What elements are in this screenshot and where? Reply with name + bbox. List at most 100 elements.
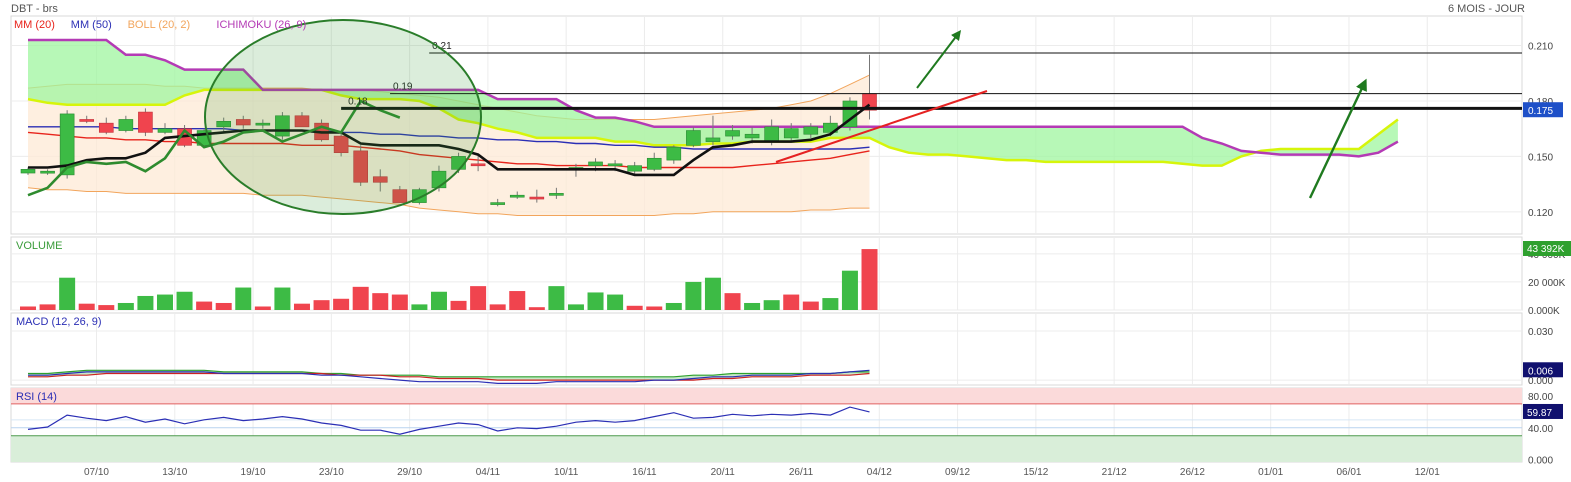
- legend-ichimoku: ICHIMOKU (26, 9): [216, 19, 306, 31]
- volume-bar: [176, 291, 193, 310]
- candle-body: [40, 170, 55, 174]
- candle-body: [627, 165, 642, 172]
- volume-bar: [861, 249, 878, 310]
- volume-bar: [665, 302, 682, 310]
- x-tick-label: 21/12: [1102, 467, 1127, 478]
- x-tick-label: 10/11: [554, 467, 579, 478]
- x-tick-label: 07/10: [84, 467, 109, 478]
- candle-body: [549, 193, 564, 196]
- last-price-label: 0.175: [1528, 106, 1553, 117]
- candle-body: [588, 161, 603, 166]
- volume-bar: [20, 306, 36, 310]
- x-tick-label: 09/12: [945, 467, 970, 478]
- volume-bar: [235, 287, 252, 310]
- y-tick-label: 0.000: [1528, 376, 1553, 387]
- volume-bar: [489, 304, 506, 310]
- x-tick-label: 19/10: [241, 467, 266, 478]
- volume-bar: [313, 300, 330, 310]
- y-tick-label: 0.000K: [1528, 306, 1560, 317]
- x-tick-label: 04/11: [476, 467, 501, 478]
- x-tick-label: 06/01: [1336, 467, 1361, 478]
- volume-bar: [724, 293, 741, 310]
- volume-bar: [822, 298, 839, 310]
- volume-bar: [215, 302, 232, 310]
- stock-chart: DBT - brs 6 MOIS - JOUR 0.2100.1800.1500…: [0, 0, 1571, 482]
- y-tick-label: 0.120: [1528, 208, 1553, 219]
- volume-bar: [78, 303, 95, 310]
- volume-bar: [254, 306, 271, 310]
- volume-bar: [626, 305, 643, 310]
- y-tick-label: 40.00: [1528, 424, 1553, 435]
- x-tick-label: 13/10: [162, 467, 187, 478]
- volume-bar: [156, 294, 173, 310]
- volume-bar: [372, 293, 389, 310]
- y-tick-label: 0.210: [1528, 42, 1553, 53]
- volume-bar: [607, 294, 624, 310]
- volume-bar: [137, 295, 154, 310]
- rsi-oversold-zone: [11, 435, 1522, 462]
- volume-bar: [274, 287, 291, 310]
- x-tick-label: 26/12: [1180, 467, 1205, 478]
- candle-body: [138, 111, 153, 133]
- macd-title: MACD (12, 26, 9): [16, 316, 102, 328]
- volume-bar: [802, 301, 819, 310]
- x-tick-label: 23/10: [319, 467, 344, 478]
- volume-bar: [98, 305, 115, 310]
- candle-body: [79, 119, 95, 122]
- y-tick-label: 0.000: [1528, 456, 1553, 467]
- volume-bar: [783, 294, 800, 310]
- volume-bar: [704, 277, 721, 310]
- x-tick-label: 20/11: [711, 467, 736, 478]
- volume-title: VOLUME: [16, 240, 62, 252]
- candle-body: [529, 196, 545, 200]
- candle-body: [20, 169, 36, 174]
- highlight-ellipse: [204, 19, 482, 215]
- y-tick-label: 0.030: [1528, 327, 1553, 338]
- volume-bar: [548, 286, 565, 310]
- volume-bar: [59, 277, 76, 310]
- volume-bar: [587, 292, 604, 310]
- volume-last-label: 43 392K: [1527, 244, 1565, 255]
- x-tick-label: 12/01: [1415, 467, 1440, 478]
- macd-last-label: 0.006: [1528, 366, 1553, 377]
- volume-bar: [567, 304, 584, 310]
- volume-bar: [744, 302, 761, 310]
- x-tick-label: 29/10: [397, 467, 422, 478]
- volume-bar: [391, 294, 408, 310]
- legend-mm50: MM (50): [71, 19, 112, 31]
- volume-bar: [117, 302, 134, 310]
- x-tick-label: 16/11: [632, 467, 657, 478]
- volume-bar: [333, 298, 350, 310]
- volume-bar: [196, 301, 213, 310]
- volume-bar: [293, 303, 310, 310]
- rsi-title: RSI (14): [16, 391, 57, 403]
- x-tick-label: 01/01: [1258, 467, 1283, 478]
- x-tick-label: 26/11: [789, 467, 814, 478]
- candle-body: [666, 146, 682, 161]
- candle-body: [509, 194, 525, 198]
- candle-body: [764, 126, 779, 142]
- y-tick-label: 20 000K: [1528, 278, 1566, 289]
- candle-body: [646, 157, 662, 170]
- volume-bar: [528, 307, 545, 310]
- volume-bar: [841, 270, 858, 310]
- candle-body: [490, 202, 505, 205]
- candle-body: [725, 130, 740, 137]
- y-tick-label: 80.00: [1528, 392, 1553, 403]
- volume-bar: [39, 304, 56, 310]
- x-tick-label: 04/12: [867, 467, 892, 478]
- candle-body: [705, 137, 721, 142]
- candle-body: [470, 163, 486, 167]
- volume-bar: [685, 281, 702, 310]
- volume-bar: [352, 286, 369, 310]
- candle-body: [783, 128, 799, 139]
- candle-body: [118, 119, 134, 131]
- rsi-last-label: 59.87: [1527, 408, 1552, 419]
- candle-body: [607, 163, 623, 167]
- candle-body: [686, 130, 701, 146]
- rsi-overbought-zone: [11, 388, 1522, 404]
- volume-bar: [646, 306, 663, 310]
- x-tick-label: 15/12: [1023, 467, 1048, 478]
- candle-body: [744, 133, 760, 139]
- candle-body: [98, 122, 114, 133]
